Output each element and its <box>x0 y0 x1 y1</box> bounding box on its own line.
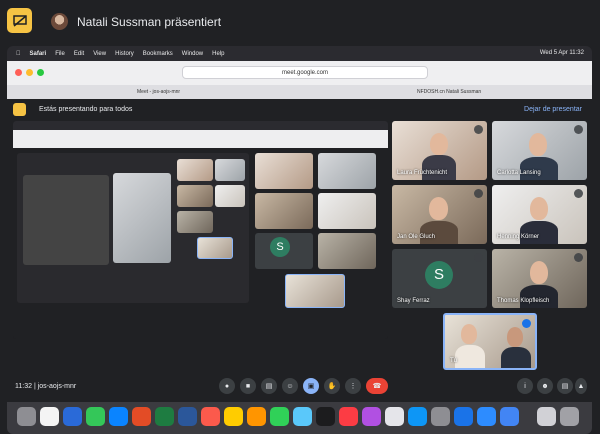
menubar-clock[interactable]: Wed 5 Apr 11:32 <box>540 50 584 56</box>
self-view-tile[interactable]: Tú <box>443 313 537 370</box>
present-banner: Estás presentando para todos Dejar de pr… <box>7 99 592 121</box>
finder-icon[interactable] <box>17 407 36 426</box>
powerpoint-icon[interactable] <box>132 407 151 426</box>
participant-name: Shay Ferraz <box>397 298 430 304</box>
self-name: Tú <box>450 358 458 364</box>
hand-icon[interactable]: ✋ <box>324 378 340 394</box>
safari-icon[interactable] <box>63 407 82 426</box>
app-icon[interactable] <box>477 407 496 426</box>
meeting-code: jos-aojs-mnr <box>37 383 77 390</box>
mic-off-icon <box>474 253 483 262</box>
reminders-icon[interactable] <box>247 407 266 426</box>
news-icon[interactable] <box>385 407 404 426</box>
speaking-indicator-icon <box>522 319 531 328</box>
mail-icon[interactable] <box>109 407 128 426</box>
app-store-icon[interactable] <box>408 407 427 426</box>
shared-screen-recursion: S <box>13 121 388 339</box>
excel-icon[interactable] <box>155 407 174 426</box>
participant-tile[interactable]: Jan Ole Gluch <box>392 185 487 244</box>
mic-off-icon <box>574 253 583 262</box>
menu-history[interactable]: History <box>115 51 134 57</box>
people-icon[interactable]: ☻ <box>537 378 553 394</box>
meet-toolbar: 11:32 | jos-aojs-mnr ● ■ ▤ ☺ ▣ ✋ ⋮ ☎ i ☻… <box>7 374 592 402</box>
tab-other[interactable]: NFDOSH.cn Natali Sussman <box>417 89 481 95</box>
stop-presenting-button[interactable]: Dejar de presentar <box>524 106 582 113</box>
close-window-icon[interactable] <box>15 69 22 76</box>
menu-bookmarks[interactable]: Bookmarks <box>143 51 173 57</box>
messages-icon[interactable] <box>86 407 105 426</box>
end-call-icon[interactable]: ☎ <box>366 378 388 394</box>
zoom-icon[interactable] <box>454 407 473 426</box>
participant-tile[interactable]: Laura Früchtenicht <box>392 121 487 180</box>
podcasts-icon[interactable] <box>362 407 381 426</box>
mic-off-icon <box>574 189 583 198</box>
downloads-icon[interactable] <box>537 407 556 426</box>
present-screen-icon[interactable] <box>7 8 32 33</box>
captions-icon[interactable]: ▤ <box>261 378 277 394</box>
present-message: Estás presentando para todos <box>39 106 133 113</box>
participant-name: Laura Früchtenicht <box>397 170 448 176</box>
menu-view[interactable]: View <box>93 51 106 57</box>
participant-name: Jan Ole Gluch <box>397 234 436 240</box>
present-screen-icon <box>13 103 26 116</box>
mic-off-icon <box>574 125 583 134</box>
participant-tile[interactable]: Thomas Klopfleisch <box>492 249 587 308</box>
address-bar[interactable]: meet.google.com <box>182 66 428 79</box>
shared-mac-screen:  Safari File Edit View History Bookmark… <box>7 46 592 434</box>
avatar <box>51 13 68 30</box>
safari-toolbar: meet.google.com Meet - jos-aojs-mnr NFDO… <box>7 61 592 99</box>
menu-edit[interactable]: Edit <box>74 51 84 57</box>
meeting-time: 11:32 | jos-aojs-mnr <box>15 383 77 390</box>
mic-off-icon <box>474 125 483 134</box>
word-icon[interactable] <box>178 407 197 426</box>
emoji-icon[interactable]: ☺ <box>282 378 298 394</box>
mic-off-icon <box>474 189 483 198</box>
participant-tile[interactable]: Carlotta Lansing <box>492 121 587 180</box>
presenter-title: Natali Sussman präsentiert <box>77 15 222 29</box>
activities-icon[interactable]: ▲ <box>575 378 587 394</box>
menu-file[interactable]: File <box>55 51 65 57</box>
participant-tile[interactable]: S Shay Ferraz <box>392 249 487 308</box>
participant-tile[interactable]: Henning Körner <box>492 185 587 244</box>
apple-icon[interactable]:  <box>16 51 21 57</box>
notes-icon[interactable] <box>224 407 243 426</box>
nested-meet-preview: S <box>13 148 388 339</box>
zoom-window-icon[interactable] <box>37 69 44 76</box>
menu-safari[interactable]: Safari <box>30 51 47 57</box>
music-icon[interactable] <box>339 407 358 426</box>
mic-icon[interactable]: ● <box>219 378 235 394</box>
chrome-icon[interactable] <box>500 407 519 426</box>
mac-dock <box>7 402 592 434</box>
safari-tabs: Meet - jos-aojs-mnr NFDOSH.cn Natali Sus… <box>7 85 592 99</box>
minimize-window-icon[interactable] <box>26 69 33 76</box>
presenter-bar: Natali Sussman präsentiert <box>0 0 600 46</box>
chat-icon[interactable]: ▤ <box>557 378 573 394</box>
participant-name: Henning Körner <box>497 234 540 240</box>
participant-name: Thomas Klopfleisch <box>497 298 550 304</box>
present-icon[interactable]: ▣ <box>303 378 319 394</box>
launchpad-icon[interactable] <box>40 407 59 426</box>
settings-icon[interactable] <box>431 407 450 426</box>
meet-window: Estás presentando para todos Dejar de pr… <box>7 99 592 407</box>
menu-help[interactable]: Help <box>212 51 224 57</box>
participant-name: Carlotta Lansing <box>497 170 541 176</box>
participant-avatar: S <box>425 261 453 289</box>
calendar-icon[interactable] <box>201 407 220 426</box>
photos-icon[interactable] <box>293 407 312 426</box>
trash-icon[interactable] <box>560 407 579 426</box>
menu-window[interactable]: Window <box>182 51 203 57</box>
tv-icon[interactable] <box>316 407 335 426</box>
info-icon[interactable]: i <box>517 378 533 394</box>
mac-menubar:  Safari File Edit View History Bookmark… <box>7 46 592 61</box>
maps-icon[interactable] <box>270 407 289 426</box>
tab-meet[interactable]: Meet - jos-aojs-mnr <box>137 89 180 95</box>
more-icon[interactable]: ⋮ <box>345 378 361 394</box>
camera-icon[interactable]: ■ <box>240 378 256 394</box>
